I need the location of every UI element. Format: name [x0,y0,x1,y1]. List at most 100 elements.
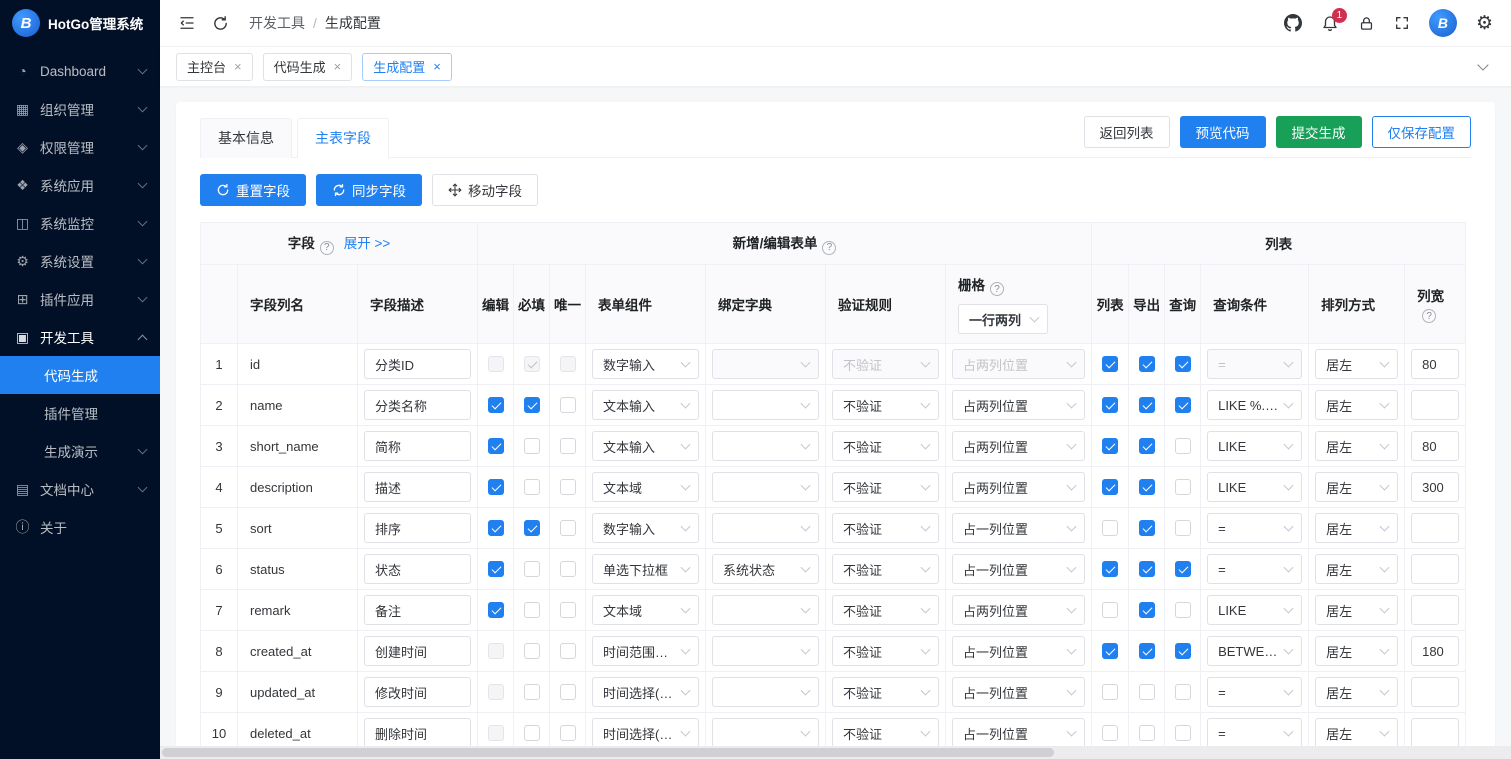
column-width-input[interactable] [1411,636,1460,666]
query-condition-select[interactable]: BETWEEN [1207,636,1303,666]
field-desc-input[interactable] [364,431,472,461]
validation-rule-select[interactable]: 不验证 [832,595,940,625]
query-checkbox[interactable] [1174,520,1191,537]
list-checkbox[interactable] [1102,356,1119,373]
align-select[interactable]: 居左 [1315,431,1399,461]
field-desc-input[interactable] [364,718,472,748]
move-fields-button[interactable]: 移动字段 [432,174,538,206]
query-checkbox[interactable] [1174,561,1191,578]
list-checkbox[interactable] [1102,725,1119,742]
list-checkbox[interactable] [1102,520,1119,537]
list-checkbox[interactable] [1102,684,1119,701]
required-checkbox[interactable] [523,438,540,455]
sidebar-item-organization[interactable]: ▦ 组织管理 [0,90,160,128]
query-condition-select[interactable]: = [1207,677,1303,707]
sidebar-item-dashboard[interactable]: ◔ Dashboard [0,52,160,90]
nav-tab-code-generation[interactable]: 代码生成 × [262,52,353,81]
reset-fields-button[interactable]: 重置字段 [200,174,306,206]
column-width-input[interactable] [1411,431,1460,461]
column-width-input[interactable] [1411,595,1460,625]
sidebar-item-generate-demo[interactable]: 生成演示 [0,432,160,470]
help-icon[interactable]: ? [319,240,334,255]
export-checkbox[interactable] [1138,684,1155,701]
notifications-button[interactable]: 1 [1321,8,1347,32]
validation-rule-select[interactable]: 不验证 [832,390,940,420]
edit-checkbox[interactable] [487,602,504,619]
sidebar-item-plugin-manage[interactable]: 插件管理 [0,394,160,432]
unique-checkbox[interactable] [559,397,576,414]
column-width-input[interactable] [1411,349,1460,379]
query-checkbox[interactable] [1174,356,1191,373]
sync-fields-button[interactable]: 同步字段 [316,174,422,206]
export-checkbox[interactable] [1138,356,1155,373]
list-checkbox[interactable] [1102,438,1119,455]
query-checkbox[interactable] [1174,684,1191,701]
edit-checkbox[interactable] [487,520,504,537]
grid-select[interactable]: 占两列位置 [952,431,1086,461]
horizontal-scrollbar[interactable] [160,746,1511,759]
save-config-button[interactable]: 仅保存配置 [1371,116,1471,148]
query-condition-select[interactable]: = [1207,554,1303,584]
align-select[interactable]: 居左 [1315,554,1399,584]
grid-select[interactable]: 占两列位置 [952,595,1086,625]
query-checkbox[interactable] [1174,725,1191,742]
grid-mode-select[interactable]: 一行两列 [958,304,1049,334]
unique-checkbox[interactable] [559,643,576,660]
help-icon[interactable]: ? [822,240,837,255]
validation-rule-select[interactable]: 不验证 [832,636,940,666]
export-checkbox[interactable] [1138,725,1155,742]
align-select[interactable]: 居左 [1315,718,1399,748]
sidebar-item-system-monitor[interactable]: ◫ 系统监控 [0,204,160,242]
form-component-select[interactable]: 文本域 [592,595,700,625]
align-select[interactable]: 居左 [1315,677,1399,707]
tabbar-chevron-down-icon[interactable] [1471,55,1495,79]
validation-rule-select[interactable]: 不验证 [832,554,940,584]
query-checkbox[interactable] [1174,479,1191,496]
form-component-select[interactable]: 文本域 [592,472,700,502]
column-width-input[interactable] [1411,472,1460,502]
tab-main-fields[interactable]: 主表字段 [297,118,389,158]
unique-checkbox[interactable] [559,684,576,701]
unique-checkbox[interactable] [559,725,576,742]
refresh-icon[interactable] [212,15,229,32]
nav-tab-console[interactable]: 主控台 × [176,52,253,81]
query-checkbox[interactable] [1174,602,1191,619]
grid-select[interactable]: 占一列位置 [952,718,1086,748]
help-icon[interactable]: ? [1422,309,1437,323]
query-checkbox[interactable] [1174,643,1191,660]
close-icon[interactable]: × [234,60,242,73]
unique-checkbox[interactable] [559,602,576,619]
align-select[interactable]: 居左 [1315,349,1399,379]
close-icon[interactable]: × [433,60,441,73]
github-icon[interactable] [1283,14,1302,32]
query-condition-select[interactable]: = [1207,513,1303,543]
align-select[interactable]: 居左 [1315,636,1399,666]
form-component-select[interactable]: 单选下拉框 [592,554,700,584]
breadcrumb-section[interactable]: 开发工具 [249,13,305,33]
query-condition-select[interactable]: LIKE [1207,472,1303,502]
export-checkbox[interactable] [1138,561,1155,578]
query-checkbox[interactable] [1174,438,1191,455]
unique-checkbox[interactable] [559,438,576,455]
sidebar-item-system-settings[interactable]: ⚙ 系统设置 [0,242,160,280]
bind-dict-select[interactable] [712,390,820,420]
align-select[interactable]: 居左 [1315,472,1399,502]
sidebar-item-about[interactable]: ⓘ 关于 [0,508,160,546]
back-list-button[interactable]: 返回列表 [1083,116,1170,148]
edit-checkbox[interactable] [487,561,504,578]
bind-dict-select[interactable] [712,718,820,748]
list-checkbox[interactable] [1102,602,1119,619]
help-icon[interactable]: ? [990,282,1005,296]
required-checkbox[interactable] [523,602,540,619]
sidebar-item-code-generation[interactable]: 代码生成 [0,356,160,394]
validation-rule-select[interactable]: 不验证 [832,472,940,502]
user-avatar[interactable]: B [1428,9,1457,37]
sidebar-item-docs-center[interactable]: ▤ 文档中心 [0,470,160,508]
edit-checkbox[interactable] [487,438,504,455]
form-component-select[interactable]: 时间选择(Y-... [592,677,700,707]
column-width-input[interactable] [1411,718,1460,748]
grid-select[interactable]: 占一列位置 [952,554,1086,584]
column-width-input[interactable] [1411,677,1460,707]
close-icon[interactable]: × [334,60,342,73]
column-width-input[interactable] [1411,513,1460,543]
